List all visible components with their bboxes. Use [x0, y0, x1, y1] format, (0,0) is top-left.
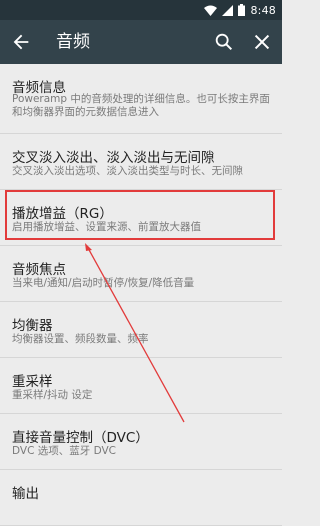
item-label: 重采样 [12, 374, 53, 390]
item-label: 交叉淡入淡出、淡入淡出与无间隙 [12, 150, 215, 166]
item-summary: DVC 选项、蓝牙 DVC [12, 445, 117, 457]
item-summary: 重采样/抖动 设定 [12, 389, 93, 401]
settings-item-resampling[interactable]: 重采样 重采样/抖动 设定 [0, 358, 282, 414]
settings-item-crossfade[interactable]: 交叉淡入淡出、淡入淡出与无间隙 交叉淡入淡出选项、淡入淡出类型与时长、无间隙 [0, 134, 282, 190]
settings-item-audio-info[interactable]: 音频信息 Poweramp 中的音频处理的详细信息。也可长按主界面和均衡器界面的… [0, 64, 282, 134]
item-label: 直接音量控制（DVC） [12, 430, 149, 446]
settings-item-replay-gain[interactable]: 播放增益（RG） 启用播放增益、设置来源、前置放大器值 [0, 190, 282, 246]
settings-item-output[interactable]: 输出 [0, 470, 282, 526]
item-label: 均衡器 [12, 318, 53, 334]
item-label: 输出 [12, 486, 39, 502]
status-time: 8:48 [250, 3, 276, 17]
settings-item-equalizer[interactable]: 均衡器 均衡器设置、频段数量、频率 [0, 302, 282, 358]
app-bar: 音频 [0, 20, 282, 64]
settings-item-audio-focus[interactable]: 音频焦点 当来电/通知/启动时暂停/恢复/降低音量 [0, 246, 282, 302]
status-bar: 8:48 [0, 0, 282, 20]
battery-icon [238, 4, 246, 16]
page-title: 音频 [56, 32, 90, 52]
settings-list: 音频信息 Poweramp 中的音频处理的详细信息。也可长按主界面和均衡器界面的… [0, 64, 282, 526]
back-arrow-icon[interactable] [10, 31, 32, 53]
signal-icon [222, 4, 234, 16]
item-summary: 均衡器设置、频段数量、频率 [12, 333, 149, 345]
settings-item-dvc[interactable]: 直接音量控制（DVC） DVC 选项、蓝牙 DVC [0, 414, 282, 470]
search-icon[interactable] [213, 31, 235, 53]
item-label: 播放增益（RG） [12, 206, 113, 222]
item-summary: 交叉淡入淡出选项、淡入淡出类型与时长、无间隙 [12, 165, 243, 177]
item-summary: 启用播放增益、设置来源、前置放大器值 [12, 221, 201, 233]
item-summary: 当来电/通知/启动时暂停/恢复/降低音量 [12, 277, 195, 289]
close-icon[interactable] [251, 31, 273, 53]
wifi-icon [204, 5, 218, 16]
item-summary: Poweramp 中的音频处理的详细信息。也可长按主界面和均衡器界面的元数据信息… [12, 93, 270, 118]
item-label: 音频焦点 [12, 262, 66, 278]
status-icons: 8:48 [204, 2, 276, 18]
